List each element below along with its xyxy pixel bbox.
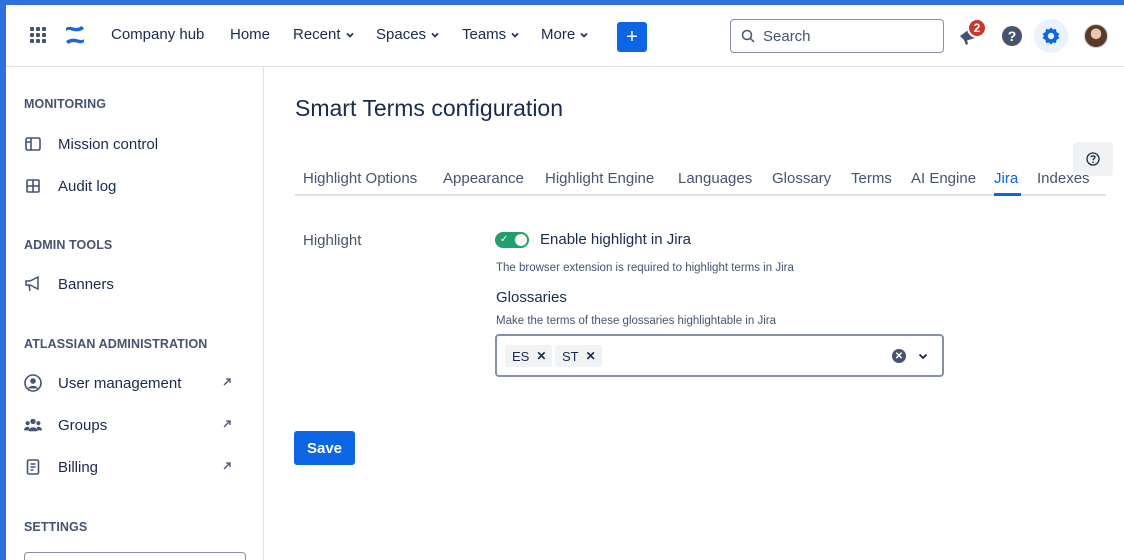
megaphone-icon [24,275,42,293]
toggle-knob [515,234,527,246]
nav-company-hub[interactable]: Company hub [111,26,204,43]
search-input[interactable] [763,27,923,45]
admin-sidebar: MONITORING Mission control Audit log ADM… [0,67,264,560]
user-avatar[interactable] [1084,24,1108,48]
remove-chip-icon[interactable]: ✕ [586,349,596,363]
notification-count-badge: 2 [967,18,987,38]
help-icon[interactable]: ? [1002,26,1022,46]
tab-languages[interactable]: Languages [678,170,752,187]
remove-chip-icon[interactable]: ✕ [536,349,546,363]
chevron-down-icon [511,32,519,38]
chevron-down-icon [580,32,588,38]
grid-icon [24,177,42,195]
user-circle-icon [24,374,42,392]
sidebar-item-groups[interactable]: Groups [24,410,244,440]
tab-ai-engine[interactable]: AI Engine [911,170,976,187]
tab-indexes[interactable]: Indexes [1037,170,1090,187]
sidebar-item-user-management[interactable]: User management [24,368,244,398]
search-field[interactable] [730,19,944,53]
section-heading-atlassian-administration: ATLASSIAN ADMINISTRATION [24,337,208,351]
glossary-chip: ES ✕ [505,345,553,367]
confluence-logo-icon[interactable] [64,25,86,45]
section-heading-admin-tools: ADMIN TOOLS [24,238,113,252]
sidebar-item-banners[interactable]: Banners [24,269,244,299]
page-title: Smart Terms configuration [295,95,564,121]
tab-glossary[interactable]: Glossary [772,170,831,187]
sidebar-item-mission-control[interactable]: Mission control [24,129,244,159]
create-button[interactable]: + [617,22,647,52]
top-navigation-bar: Company hub Home Recent Spaces Teams Mor… [0,0,1124,67]
external-link-icon [223,462,231,470]
glossaries-help-text: Make the terms of these glossaries highl… [496,315,776,327]
glossary-chip: ST ✕ [555,345,602,367]
settings-tabs: Highlight Options Appearance Highlight E… [295,160,1106,196]
section-heading-settings: SETTINGS [24,520,88,534]
highlight-field-label: Highlight [303,232,362,249]
toggle-help-text: The browser extension is required to hig… [496,262,794,274]
nav-more[interactable]: More [541,26,589,43]
gear-icon [1042,27,1060,45]
search-icon [741,29,755,43]
nav-spaces[interactable]: Spaces [376,26,440,43]
active-tab-indicator [994,193,1021,196]
sidebar-search-input[interactable] [24,552,246,560]
section-heading-monitoring: MONITORING [24,97,107,111]
settings-button[interactable] [1034,19,1068,53]
tab-highlight-options[interactable]: Highlight Options [303,170,417,187]
enable-highlight-label: Enable highlight in Jira [540,231,691,248]
tab-jira[interactable]: Jira [994,170,1018,187]
plus-icon: + [626,25,638,48]
tab-appearance[interactable]: Appearance [443,170,524,187]
glossaries-label: Glossaries [496,289,567,306]
people-icon [24,416,42,434]
nav-teams[interactable]: Teams [462,26,520,43]
sidebar-item-audit-log[interactable]: Audit log [24,171,244,201]
app-switcher-icon[interactable] [30,27,46,43]
checkmark-icon: ✓ [500,234,509,245]
tab-terms[interactable]: Terms [851,170,892,187]
nav-recent[interactable]: Recent [293,26,355,43]
panel-icon [24,135,42,153]
external-link-icon [223,420,231,428]
nav-home[interactable]: Home [230,26,270,43]
chevron-down-icon [345,32,354,38]
sidebar-item-billing[interactable]: Billing [24,452,244,482]
receipt-icon [24,458,42,476]
chevron-down-icon [431,32,439,38]
tab-highlight-engine[interactable]: Highlight Engine [545,170,654,187]
external-link-icon [223,378,231,386]
clear-selection-icon[interactable]: ✕ [892,349,906,363]
enable-highlight-toggle[interactable]: ✓ [495,232,529,248]
chevron-down-icon[interactable] [917,350,929,362]
glossaries-multi-select[interactable]: ES ✕ ST ✕ ✕ [495,334,944,377]
save-button[interactable]: Save [294,431,355,465]
